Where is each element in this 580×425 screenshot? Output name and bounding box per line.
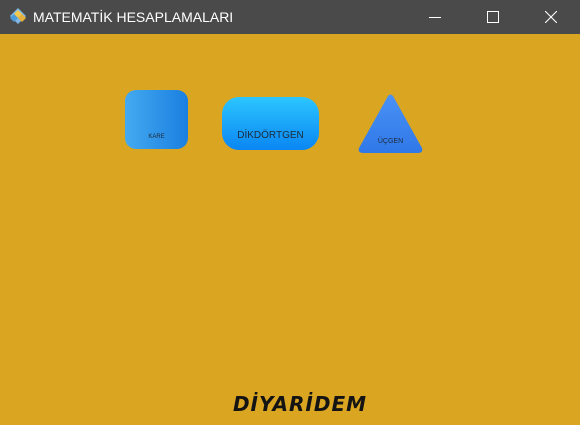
ucgen-button[interactable]: ÜÇGEN (357, 93, 424, 155)
brand-text: DİYARİDEM (232, 392, 368, 416)
window-title: MATEMATİK HESAPLAMALARI (33, 9, 234, 25)
maximize-button[interactable] (470, 0, 516, 34)
minimize-button[interactable] (412, 0, 458, 34)
kare-label: KARE (148, 134, 165, 140)
kare-button[interactable]: KARE (125, 90, 188, 149)
minimize-icon (429, 17, 441, 18)
app-icon (10, 8, 26, 24)
title-bar[interactable]: MATEMATİK HESAPLAMALARI (0, 0, 580, 34)
app-window: MATEMATİK HESAPLAMALARI KARE DİKDÖRTGEN (0, 0, 580, 425)
maximize-icon (487, 11, 499, 23)
dikdortgen-button[interactable]: DİKDÖRTGEN (222, 97, 319, 150)
close-icon (545, 11, 557, 23)
close-button[interactable] (528, 0, 574, 34)
ucgen-label: ÜÇGEN (377, 138, 404, 145)
dikdortgen-label: DİKDÖRTGEN (237, 130, 304, 141)
